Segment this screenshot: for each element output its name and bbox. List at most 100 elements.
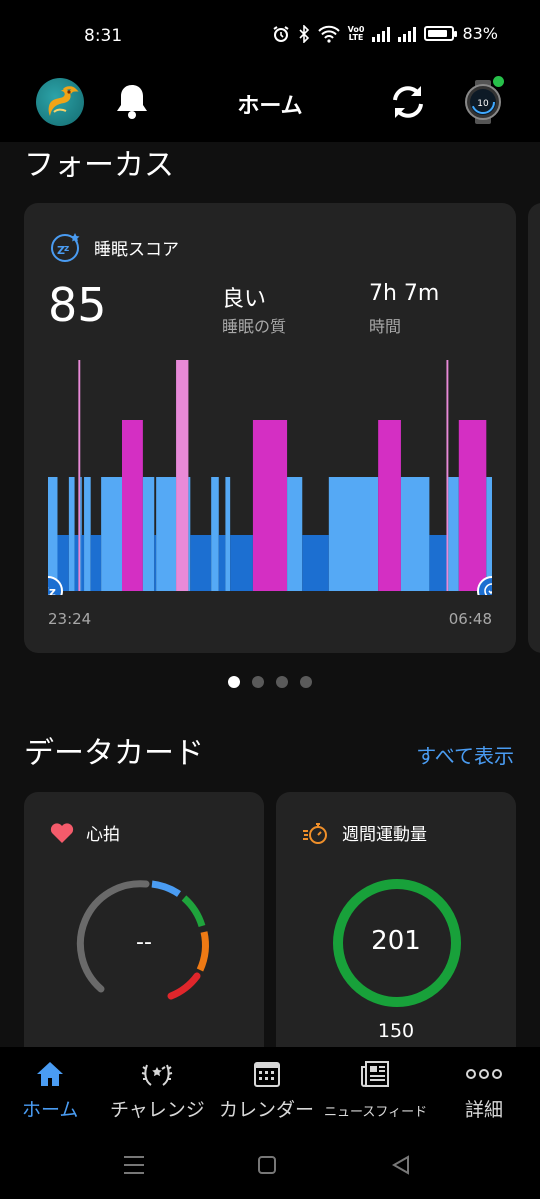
heart-rate-header: 心拍 xyxy=(50,820,120,845)
sleep-score-value: 85 xyxy=(48,278,107,332)
signal-2-icon xyxy=(398,26,417,42)
sleep-stage-deep xyxy=(90,535,102,591)
battery-icon xyxy=(424,26,458,41)
sleep-stage-chart: Zz xyxy=(48,360,492,595)
sleep-stage-light xyxy=(68,477,75,591)
bottom-navigation: ホーム チャレンジ カレンダー ニュースフィード 詳細 xyxy=(0,1047,540,1199)
heart-rate-title: 心拍 xyxy=(86,825,120,845)
sleep-stage-awake xyxy=(446,360,449,591)
sleep-stage-rem xyxy=(122,420,143,591)
sleep-stage-light xyxy=(84,477,91,591)
data-cards-section-title: データカード xyxy=(24,736,204,771)
volte-icon: Vo0 LTE xyxy=(347,24,365,42)
sleep-start-time: 23:24 xyxy=(48,610,92,628)
sleep-stage-deep xyxy=(81,535,85,591)
pager-dot[interactable] xyxy=(276,676,288,688)
wifi-icon xyxy=(317,25,340,43)
app-header: ホーム 10 xyxy=(0,60,540,142)
recents-button[interactable] xyxy=(124,1156,144,1174)
sleep-end-time: 06:48 xyxy=(448,610,492,628)
nav-more[interactable]: 詳細 xyxy=(464,1059,504,1122)
sleep-stage-deep xyxy=(154,535,157,591)
sleep-stage-light xyxy=(287,477,303,591)
bluetooth-icon xyxy=(299,24,309,43)
sleep-stage-light xyxy=(101,477,122,591)
status-time: 8:31 xyxy=(84,26,123,46)
nav-more-label: 詳細 xyxy=(464,1099,503,1121)
alarm-icon xyxy=(273,25,289,42)
sleep-stage-light xyxy=(400,477,430,591)
back-button[interactable] xyxy=(391,1155,409,1175)
nav-calendar[interactable]: カレンダー xyxy=(219,1059,314,1122)
heart-icon xyxy=(50,822,74,843)
sleep-stage-awake xyxy=(176,360,189,591)
sleep-stage-deep xyxy=(302,535,329,591)
nav-home-label: ホーム xyxy=(22,1099,79,1121)
sleep-stage-light xyxy=(225,477,231,591)
sleep-zz-icon: Z z xyxy=(51,233,80,262)
nav-calendar-label: カレンダー xyxy=(219,1099,315,1121)
sleep-stage-rem xyxy=(252,420,288,591)
sync-icon[interactable] xyxy=(388,82,428,122)
sleep-quality-value: 良い xyxy=(222,287,267,312)
sleep-stage-bars xyxy=(48,360,492,591)
sleep-stage-deep xyxy=(74,535,79,591)
focus-section-title: フォーカス xyxy=(24,148,174,183)
pager-dot[interactable] xyxy=(228,676,240,688)
sleep-stage-light xyxy=(156,477,177,591)
weekly-activity-header: 週間運動量 xyxy=(302,820,427,845)
sleep-stage-deep xyxy=(429,535,447,591)
weekly-activity-title: 週間運動量 xyxy=(342,825,427,845)
laurel-icon xyxy=(142,1064,173,1086)
next-focus-card[interactable] xyxy=(528,203,540,653)
weekly-activity-value: 201 xyxy=(371,926,421,956)
sleep-duration-label: 時間 xyxy=(369,317,402,336)
nav-home[interactable]: ホーム xyxy=(22,1059,78,1122)
sleep-card-title: 睡眠スコア xyxy=(94,239,179,260)
device-connected-indicator xyxy=(493,76,504,87)
system-navigation-bar xyxy=(124,1155,409,1175)
sleep-stage-rem xyxy=(458,420,487,591)
sleep-stage-light xyxy=(211,477,219,591)
sleep-duration-value: 7h 7m xyxy=(369,281,440,306)
battery-level xyxy=(428,30,447,37)
signal-1-icon xyxy=(372,26,391,42)
heart-rate-value: -- xyxy=(136,930,152,955)
battery-percent: 83% xyxy=(462,24,498,43)
sleep-quality-label: 睡眠の質 xyxy=(222,317,287,336)
pager-dot[interactable] xyxy=(300,676,312,688)
more-icon xyxy=(466,1069,502,1079)
pager-dot[interactable] xyxy=(252,676,264,688)
nav-challenge[interactable]: チャレンジ xyxy=(110,1059,205,1122)
sleep-stage-light xyxy=(48,477,58,591)
status-icons: Vo0 LTE 83% xyxy=(272,24,498,43)
stopwatch-icon xyxy=(303,822,327,844)
home-system-button[interactable] xyxy=(258,1156,276,1174)
status-bar: 8:31 Vo0 LTE 83% xyxy=(0,0,540,60)
sleep-stage-light xyxy=(188,477,191,591)
sleep-score-card[interactable]: Z z 睡眠スコア 85 良い 睡眠の質 7h 7m 時間 Zz 23:24 0… xyxy=(24,203,516,653)
calendar-icon xyxy=(253,1062,280,1087)
sleep-card-header: Z z 睡眠スコア xyxy=(50,231,179,263)
home-icon xyxy=(37,1062,64,1086)
newsfeed-icon xyxy=(360,1061,389,1087)
svg-text:Zz: Zz xyxy=(48,585,56,595)
carousel-pager xyxy=(228,676,312,688)
svg-text:z: z xyxy=(64,244,69,254)
sleep-stage-light xyxy=(486,477,492,591)
sleep-stage-rem xyxy=(378,420,401,591)
nav-challenge-label: チャレンジ xyxy=(110,1099,205,1121)
sleep-stage-deep xyxy=(230,535,253,591)
sleep-stage-light xyxy=(142,477,155,591)
svg-text:10: 10 xyxy=(477,99,489,109)
heart-rate-card[interactable]: 心拍 -- xyxy=(24,792,264,1072)
see-all-link[interactable]: すべて表示 xyxy=(416,740,514,769)
nav-newsfeed-label: ニュースフィード xyxy=(324,1105,428,1120)
sleep-stage-light xyxy=(328,477,379,591)
weekly-activity-goal: 150 xyxy=(377,1020,415,1042)
weekly-activity-card[interactable]: 週間運動量 201 150 xyxy=(276,792,516,1072)
page-title: ホーム xyxy=(237,94,303,119)
nav-newsfeed[interactable]: ニュースフィード xyxy=(324,1059,427,1120)
sleep-stage-light xyxy=(448,477,459,591)
sleep-stage-deep xyxy=(190,535,212,591)
